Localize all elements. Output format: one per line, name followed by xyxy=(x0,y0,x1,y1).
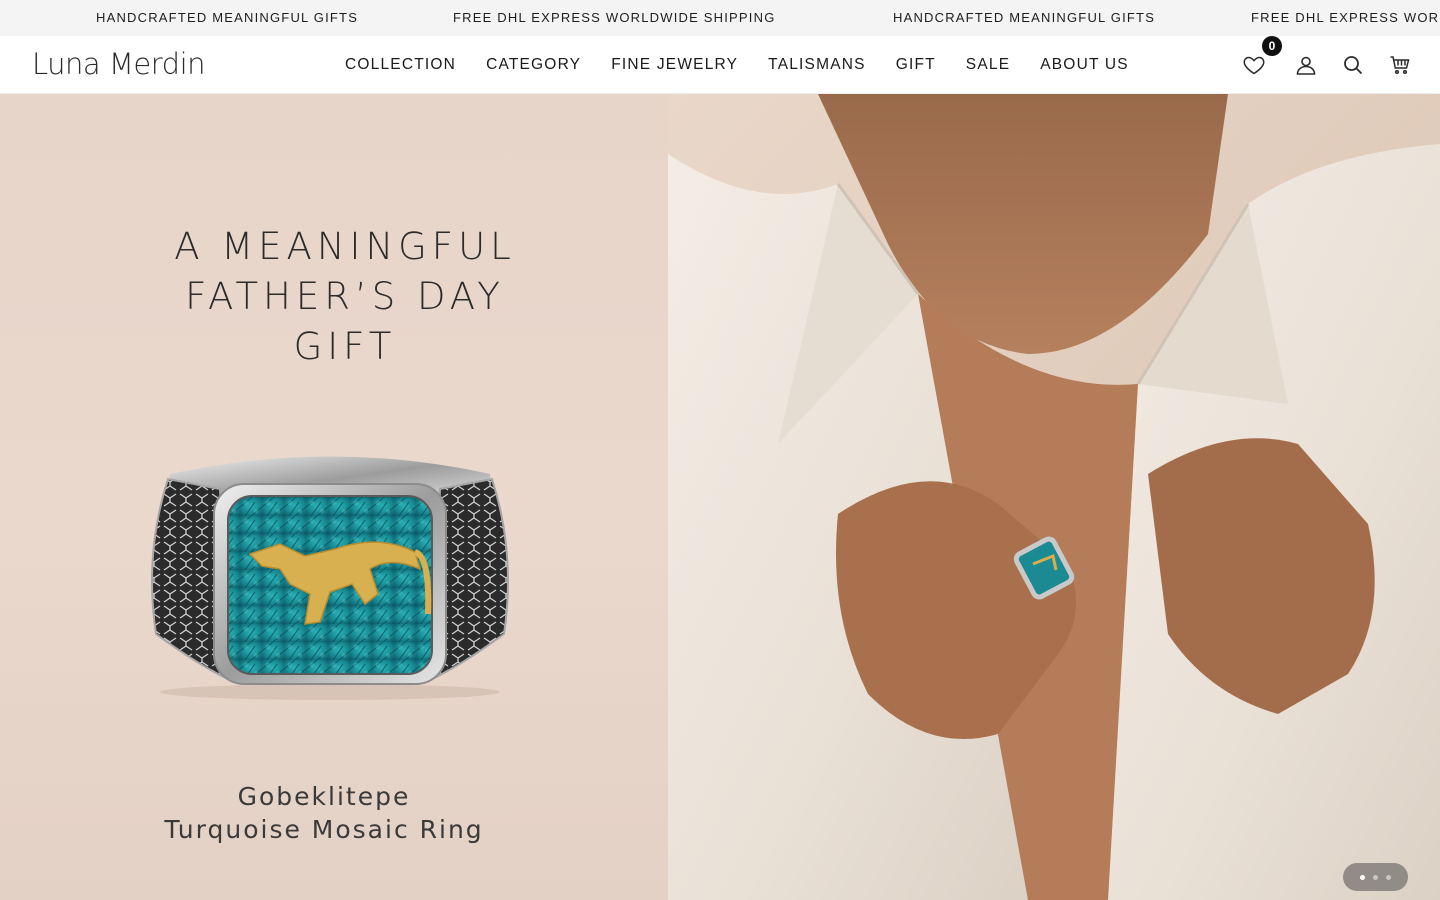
site-logo[interactable]: Luna Merdin xyxy=(32,47,206,81)
nav-item-category[interactable]: CATEGORY xyxy=(486,36,581,94)
announcement-message: HANDCRAFTED MEANINGFUL GIFTS xyxy=(893,10,1156,25)
nav-item-sale[interactable]: SALE xyxy=(966,36,1010,94)
search-icon xyxy=(1344,56,1363,75)
site-header: Luna Merdin COLLECTION CATEGORY FINE JEW… xyxy=(0,36,1440,94)
slide-dot-active[interactable] xyxy=(1360,874,1365,880)
hero-headline-line: FATHER’S DAY xyxy=(185,275,505,318)
cart-icon xyxy=(1390,56,1410,75)
hero-headline-line: A MEANINGFUL xyxy=(174,225,516,268)
wishlist-count-badge: 0 xyxy=(1262,36,1282,56)
ring-product-image xyxy=(151,456,509,700)
heart-icon xyxy=(1243,56,1265,75)
model-photo xyxy=(668,94,1440,900)
search-button[interactable] xyxy=(1341,53,1365,77)
user-icon xyxy=(1296,56,1316,75)
nav-item-talismans[interactable]: TALISMANS xyxy=(768,36,866,94)
hero-headline-line: GIFT xyxy=(293,325,397,368)
announcement-message: HANDCRAFTED MEANINGFUL GIFTS xyxy=(96,10,359,25)
nav-item-fine-jewelry[interactable]: FINE JEWELRY xyxy=(611,36,738,94)
nav-item-about-us[interactable]: ABOUT US xyxy=(1040,36,1129,94)
slide-dot[interactable] xyxy=(1386,874,1391,880)
product-name-line: Turquoise Mosaic Ring xyxy=(164,815,484,844)
hero-banner[interactable]: A MEANINGFUL FATHER’S DAY GIFT Gobeklite… xyxy=(0,94,1440,900)
nav-item-collection[interactable]: COLLECTION xyxy=(345,36,456,94)
account-button[interactable] xyxy=(1294,53,1318,77)
product-name-line: Gobeklitepe xyxy=(237,782,411,811)
hero-model-image xyxy=(668,94,1440,900)
hero-headline: A MEANINGFUL FATHER’S DAY GIFT xyxy=(100,222,590,372)
announcement-bar: HANDCRAFTED MEANINGFUL GIFTS FREE DHL EX… xyxy=(0,0,1440,36)
cart-button[interactable] xyxy=(1388,53,1412,77)
slideshow-pagination[interactable] xyxy=(1343,863,1408,891)
hero-product-name: Gobeklitepe Turquoise Mosaic Ring xyxy=(124,780,524,846)
main-navigation: COLLECTION CATEGORY FINE JEWELRY TALISMA… xyxy=(345,36,1159,94)
nav-item-gift[interactable]: GIFT xyxy=(896,36,936,94)
wishlist-button[interactable] xyxy=(1242,53,1266,77)
announcement-message: FREE DHL EXPRESS WORLDWIDE SHIPPING xyxy=(453,10,776,25)
announcement-message: FREE DHL EXPRESS WORLDWIDE SHIPPING xyxy=(1251,10,1440,25)
hero-text-panel: A MEANINGFUL FATHER’S DAY GIFT Gobeklite… xyxy=(0,94,668,900)
slide-dot[interactable] xyxy=(1373,874,1378,880)
